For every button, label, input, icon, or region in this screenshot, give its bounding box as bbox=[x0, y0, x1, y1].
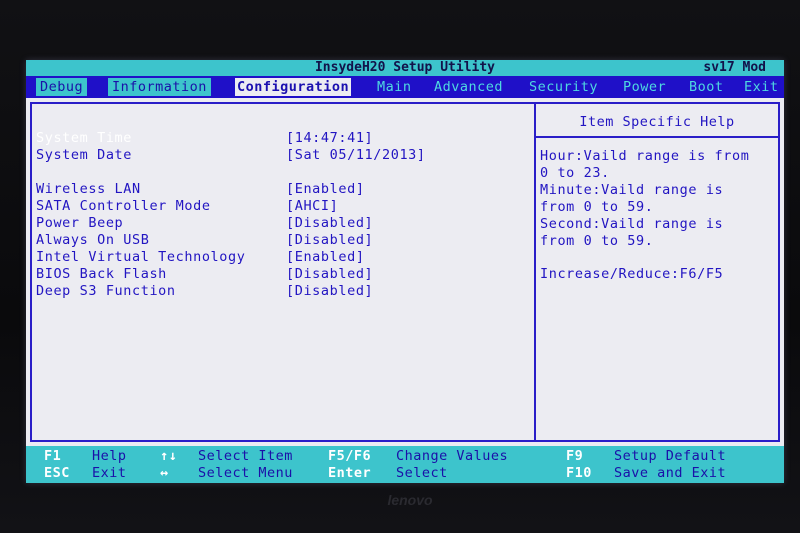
tab-main[interactable]: Main bbox=[377, 76, 412, 98]
tab-configuration[interactable]: Configuration bbox=[235, 78, 352, 96]
key-f10-label: Save and Exit bbox=[614, 465, 727, 481]
tab-exit[interactable]: Exit bbox=[744, 76, 779, 98]
help-line: from 0 to 59. bbox=[540, 233, 654, 249]
help-line: 0 to 23. bbox=[540, 165, 610, 181]
key-enter-label: Select bbox=[396, 465, 448, 481]
setting-deep-s3[interactable]: Deep S3 Function bbox=[36, 283, 176, 299]
bios-screen: InsydeH20 Setup Utility sv17 Mod Debug I… bbox=[26, 60, 784, 483]
tab-boot[interactable]: Boot bbox=[689, 76, 724, 98]
value-power-beep[interactable]: [Disabled] bbox=[286, 215, 373, 231]
value-always-on-usb[interactable]: [Disabled] bbox=[286, 232, 373, 248]
tab-debug[interactable]: Debug bbox=[36, 78, 88, 96]
value-system-date[interactable]: [Sat 05/11/2013] bbox=[286, 147, 426, 163]
key-f9: F9 bbox=[566, 448, 584, 464]
key-leftright: ↔ bbox=[160, 465, 169, 481]
value-deep-s3[interactable]: [Disabled] bbox=[286, 283, 373, 299]
help-line: Increase/Reduce:F6/F5 bbox=[540, 266, 724, 282]
key-f1-label: Help bbox=[92, 448, 127, 464]
key-f10: F10 bbox=[566, 465, 592, 481]
key-f5f6: F5/F6 bbox=[328, 448, 372, 464]
key-updown-label: Select Item bbox=[198, 448, 293, 464]
setting-power-beep[interactable]: Power Beep bbox=[36, 215, 123, 231]
help-title: Item Specific Help bbox=[579, 114, 735, 130]
tab-power[interactable]: Power bbox=[623, 76, 666, 98]
key-f5f6-label: Change Values bbox=[396, 448, 509, 464]
value-wireless-lan[interactable]: [Enabled] bbox=[286, 181, 365, 197]
model-label: sv17 Mod bbox=[703, 60, 766, 75]
help-line: Hour:Vaild range is from bbox=[540, 148, 750, 164]
value-sata-mode[interactable]: [AHCI] bbox=[286, 198, 338, 214]
setting-bios-back-flash[interactable]: BIOS Back Flash bbox=[36, 266, 167, 282]
key-esc-label: Exit bbox=[92, 465, 127, 481]
key-updown: ↑↓ bbox=[160, 448, 178, 464]
value-system-time[interactable]: [14:47:41] bbox=[286, 130, 373, 146]
key-legend-bar: F1 Help ↑↓ Select Item F5/F6 Change Valu… bbox=[26, 446, 784, 483]
menu-bar: Debug Information Configuration Main Adv… bbox=[26, 76, 784, 98]
tab-security[interactable]: Security bbox=[529, 76, 598, 98]
panel-divider bbox=[534, 104, 536, 440]
help-line: from 0 to 59. bbox=[540, 199, 654, 215]
utility-title: InsydeH20 Setup Utility bbox=[314, 60, 495, 75]
key-f9-label: Setup Default bbox=[614, 448, 727, 464]
setting-system-date[interactable]: System Date bbox=[36, 147, 132, 163]
setting-wireless-lan[interactable]: Wireless LAN bbox=[36, 181, 141, 197]
key-f1: F1 bbox=[44, 448, 62, 464]
tab-information[interactable]: Information bbox=[108, 78, 211, 96]
lenovo-logo: lenovo bbox=[387, 492, 433, 508]
help-header-divider bbox=[536, 136, 778, 138]
key-enter: Enter bbox=[328, 465, 372, 481]
setting-intel-vt[interactable]: Intel Virtual Technology bbox=[36, 249, 245, 265]
setting-system-time[interactable]: System Time bbox=[36, 130, 132, 146]
value-bios-back-flash[interactable]: [Disabled] bbox=[286, 266, 373, 282]
help-line: Minute:Vaild range is bbox=[540, 182, 724, 198]
key-leftright-label: Select Menu bbox=[198, 465, 293, 481]
setting-always-on-usb[interactable]: Always On USB bbox=[36, 232, 149, 248]
setting-sata-mode[interactable]: SATA Controller Mode bbox=[36, 198, 211, 214]
settings-panel: System Time [14:47:41] System Date [Sat … bbox=[30, 102, 780, 442]
tab-advanced[interactable]: Advanced bbox=[434, 76, 503, 98]
title-bar: InsydeH20 Setup Utility sv17 Mod bbox=[26, 60, 784, 76]
key-esc: ESC bbox=[44, 465, 70, 481]
value-intel-vt[interactable]: [Enabled] bbox=[286, 249, 365, 265]
help-line: Second:Vaild range is bbox=[540, 216, 724, 232]
